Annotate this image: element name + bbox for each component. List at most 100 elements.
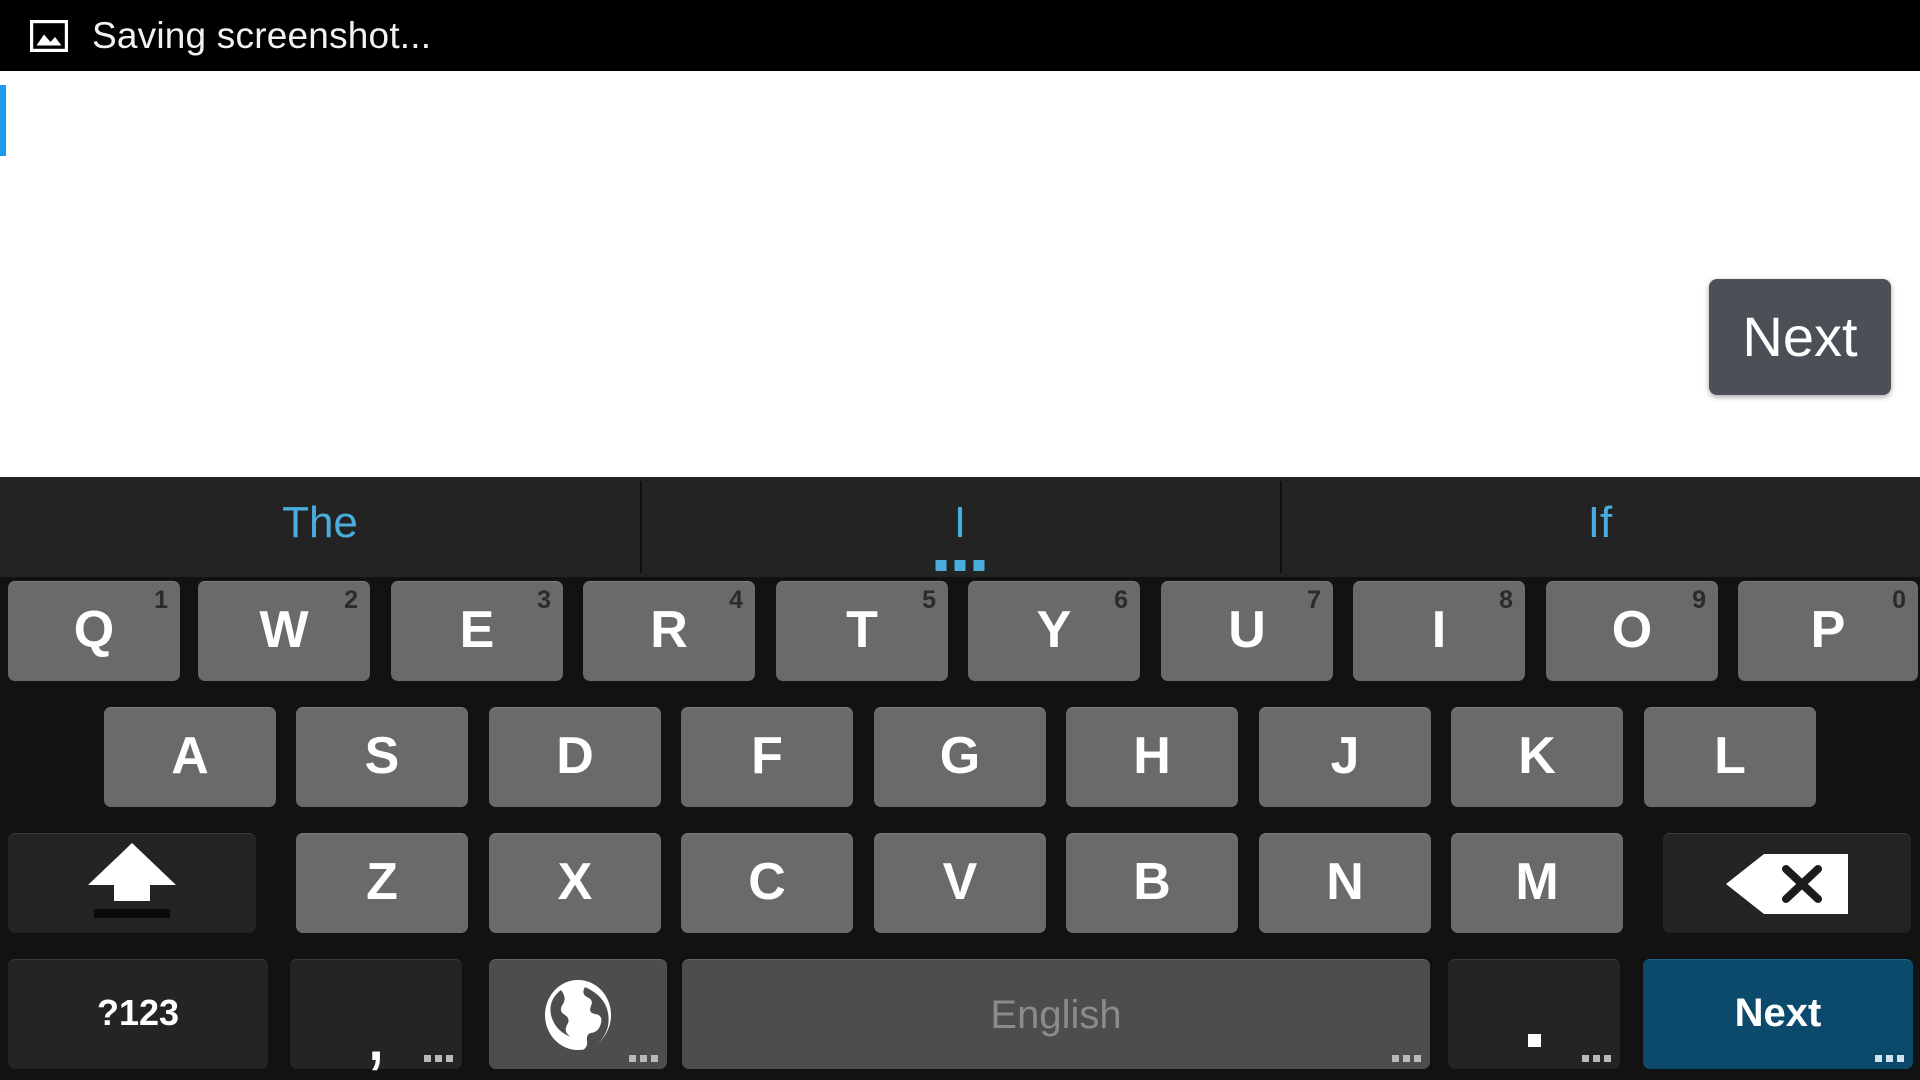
key-shift[interactable] xyxy=(8,833,256,933)
shift-lock-bar xyxy=(94,908,170,918)
more-suggestions-icon[interactable] xyxy=(935,560,985,571)
key-g[interactable]: G xyxy=(874,707,1046,807)
key-o[interactable]: O 9 xyxy=(1546,581,1718,681)
key-label: U xyxy=(1228,600,1266,659)
text-input-area[interactable]: Next xyxy=(0,71,1920,477)
image-icon xyxy=(30,19,68,52)
key-label xyxy=(1527,1034,1541,1047)
key-label: W xyxy=(259,600,309,659)
key-z[interactable]: Z xyxy=(296,833,468,933)
on-screen-keyboard: The I If Q 1 W 2 E 3 R 4 T 5 Y 6 U 7 I 8… xyxy=(0,477,1920,1080)
key-hint-number: 0 xyxy=(1892,586,1906,614)
long-press-dots-icon xyxy=(629,1055,658,1062)
key-f[interactable]: F xyxy=(681,707,853,807)
shift-icon xyxy=(82,841,182,927)
suggestion-label: The xyxy=(282,498,358,547)
key-c[interactable]: C xyxy=(681,833,853,933)
key-comma[interactable]: , xyxy=(290,959,462,1072)
keyboard-row-4: ?123 , English Next xyxy=(0,955,1920,1080)
key-label: Z xyxy=(366,852,398,911)
key-d[interactable]: D xyxy=(489,707,661,807)
key-i[interactable]: I 8 xyxy=(1353,581,1525,681)
key-label: O xyxy=(1611,600,1653,659)
arrow-up-icon xyxy=(88,842,176,901)
key-b[interactable]: B xyxy=(1066,833,1238,933)
suggestion-item-0[interactable]: The xyxy=(0,477,640,577)
key-next-action[interactable]: Next xyxy=(1643,959,1913,1069)
key-label: N xyxy=(1326,852,1364,911)
key-label: E xyxy=(459,600,495,659)
key-label: X xyxy=(557,852,593,911)
key-l[interactable]: L xyxy=(1644,707,1816,807)
key-p[interactable]: P 0 xyxy=(1738,581,1918,681)
keyboard-row-3: Z X C V B N M xyxy=(0,829,1920,955)
suggestion-item-1[interactable]: I xyxy=(640,477,1280,577)
key-symbols[interactable]: ?123 xyxy=(8,959,268,1069)
keyboard-row-1: Q 1 W 2 E 3 R 4 T 5 Y 6 U 7 I 8 O 9 P 0 xyxy=(0,577,1920,703)
key-hint-number: 5 xyxy=(922,586,936,614)
key-period[interactable] xyxy=(1448,959,1620,1069)
key-a[interactable]: A xyxy=(104,707,276,807)
status-bar-text: Saving screenshot... xyxy=(92,15,432,56)
key-label: G xyxy=(939,726,981,785)
long-press-dots-icon xyxy=(424,1055,453,1062)
key-v[interactable]: V xyxy=(874,833,1046,933)
key-label: K xyxy=(1518,726,1556,785)
key-label: L xyxy=(1714,726,1746,785)
key-label: T xyxy=(846,600,878,659)
key-label: Y xyxy=(1036,600,1072,659)
key-label: Q xyxy=(73,600,115,659)
status-bar: Saving screenshot... xyxy=(0,0,1920,71)
long-press-dots-icon xyxy=(1875,1055,1904,1062)
suggestion-label: I xyxy=(953,498,967,547)
key-h[interactable]: H xyxy=(1066,707,1238,807)
key-u[interactable]: U 7 xyxy=(1161,581,1333,681)
key-label: B xyxy=(1133,852,1171,911)
key-t[interactable]: T 5 xyxy=(776,581,948,681)
key-hint-number: 4 xyxy=(729,586,743,614)
space-language-label: English xyxy=(990,992,1122,1037)
key-s[interactable]: S xyxy=(296,707,468,807)
android-screen: Saving screenshot... Next The I If Q 1 W… xyxy=(0,0,1920,1080)
long-press-dots-icon xyxy=(1582,1055,1611,1062)
key-language-switch[interactable] xyxy=(489,959,667,1069)
key-e[interactable]: E 3 xyxy=(391,581,563,681)
key-label: S xyxy=(364,726,400,785)
key-hint-number: 7 xyxy=(1307,586,1321,614)
key-preview-label: Next xyxy=(1742,305,1858,368)
key-label: I xyxy=(1431,600,1447,659)
key-label: D xyxy=(556,726,594,785)
key-label: A xyxy=(171,726,209,785)
keyboard-row-2: A S D F G H J K L xyxy=(0,703,1920,829)
key-hint-number: 2 xyxy=(344,586,358,614)
backspace-icon xyxy=(1726,853,1848,914)
key-hint-number: 1 xyxy=(154,586,168,614)
key-x[interactable]: X xyxy=(489,833,661,933)
key-label: J xyxy=(1330,726,1360,785)
key-label: Next xyxy=(1734,990,1822,1035)
key-backspace[interactable] xyxy=(1663,833,1911,933)
suggestion-strip: The I If xyxy=(0,477,1920,577)
key-w[interactable]: W 2 xyxy=(198,581,370,681)
key-label: ?123 xyxy=(96,991,180,1033)
key-space[interactable]: English xyxy=(682,959,1430,1069)
key-label: R xyxy=(650,600,688,659)
key-j[interactable]: J xyxy=(1259,707,1431,807)
key-hint-number: 9 xyxy=(1692,586,1706,614)
key-label: P xyxy=(1810,600,1846,659)
key-label: C xyxy=(748,852,786,911)
key-preview-popup: Next xyxy=(1709,279,1891,395)
key-r[interactable]: R 4 xyxy=(583,581,755,681)
key-label: H xyxy=(1133,726,1171,785)
key-hint-number: 8 xyxy=(1499,586,1513,614)
key-q[interactable]: Q 1 xyxy=(8,581,180,681)
key-k[interactable]: K xyxy=(1451,707,1623,807)
suggestion-item-2[interactable]: If xyxy=(1280,477,1920,577)
key-label: V xyxy=(942,852,978,911)
key-m[interactable]: M xyxy=(1451,833,1623,933)
key-n[interactable]: N xyxy=(1259,833,1431,933)
long-press-dots-icon xyxy=(1392,1055,1421,1062)
key-y[interactable]: Y 6 xyxy=(968,581,1140,681)
key-hint-number: 3 xyxy=(537,586,551,614)
globe-icon xyxy=(545,979,611,1050)
